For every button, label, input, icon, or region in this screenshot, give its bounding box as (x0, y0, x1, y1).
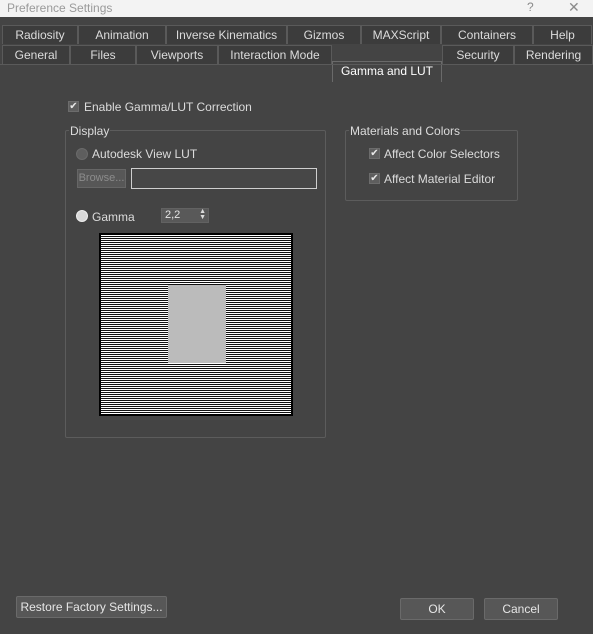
tab-animation[interactable]: Animation (78, 25, 166, 44)
gamma-spinner[interactable]: 2,2 ▲ ▼ (161, 208, 209, 223)
autodesk-lut-radio[interactable] (76, 148, 88, 160)
gamma-value[interactable]: 2,2 (165, 209, 180, 221)
autodesk-lut-label: Autodesk View LUT (92, 147, 198, 161)
affect-color-selectors-checkbox[interactable]: ✔ (369, 148, 380, 159)
title-bar: Preference Settings ? ✕ (0, 0, 593, 17)
browse-button[interactable]: Browse... (77, 169, 126, 188)
lut-path-field[interactable] (131, 168, 317, 189)
affect-color-selectors-label: Affect Color Selectors (384, 147, 500, 161)
tab-divider (0, 64, 593, 65)
tab-gizmos[interactable]: Gizmos (287, 25, 361, 44)
affect-material-editor-checkbox[interactable]: ✔ (369, 173, 380, 184)
materials-group (345, 130, 518, 201)
tab-general[interactable]: General (2, 45, 70, 64)
tab-rendering[interactable]: Rendering (514, 45, 593, 64)
enable-gamma-checkbox[interactable]: ✔ (68, 101, 79, 112)
restore-factory-settings-button[interactable]: Restore Factory Settings... (16, 596, 167, 618)
tab-strip: Radiosity Animation Inverse Kinematics G… (0, 17, 593, 82)
tab-security[interactable]: Security (442, 45, 514, 64)
tab-viewports[interactable]: Viewports (136, 45, 218, 64)
cancel-button[interactable]: Cancel (484, 598, 558, 620)
close-icon[interactable]: ✕ (568, 0, 580, 16)
gamma-preview (99, 233, 293, 416)
tab-radiosity[interactable]: Radiosity (2, 25, 78, 44)
display-group-label: Display (69, 124, 111, 138)
help-icon[interactable]: ? (527, 0, 534, 14)
gamma-radio[interactable] (76, 210, 88, 222)
tab-maxscript[interactable]: MAXScript (361, 25, 441, 44)
materials-group-label: Materials and Colors (349, 124, 462, 138)
tab-containers[interactable]: Containers (441, 25, 533, 44)
ok-button[interactable]: OK (400, 598, 474, 620)
tab-interaction-mode[interactable]: Interaction Mode (218, 45, 332, 64)
tab-help[interactable]: Help (533, 25, 592, 44)
enable-gamma-label: Enable Gamma/LUT Correction (84, 100, 252, 114)
tab-inverse-kinematics[interactable]: Inverse Kinematics (166, 25, 287, 44)
tab-files[interactable]: Files (70, 45, 136, 64)
spinner-arrows-icon[interactable]: ▲ ▼ (199, 208, 206, 221)
gamma-test-swatch (168, 285, 226, 363)
gamma-label: Gamma (92, 210, 135, 224)
window-title: Preference Settings (7, 1, 113, 15)
affect-material-editor-label: Affect Material Editor (384, 172, 496, 186)
